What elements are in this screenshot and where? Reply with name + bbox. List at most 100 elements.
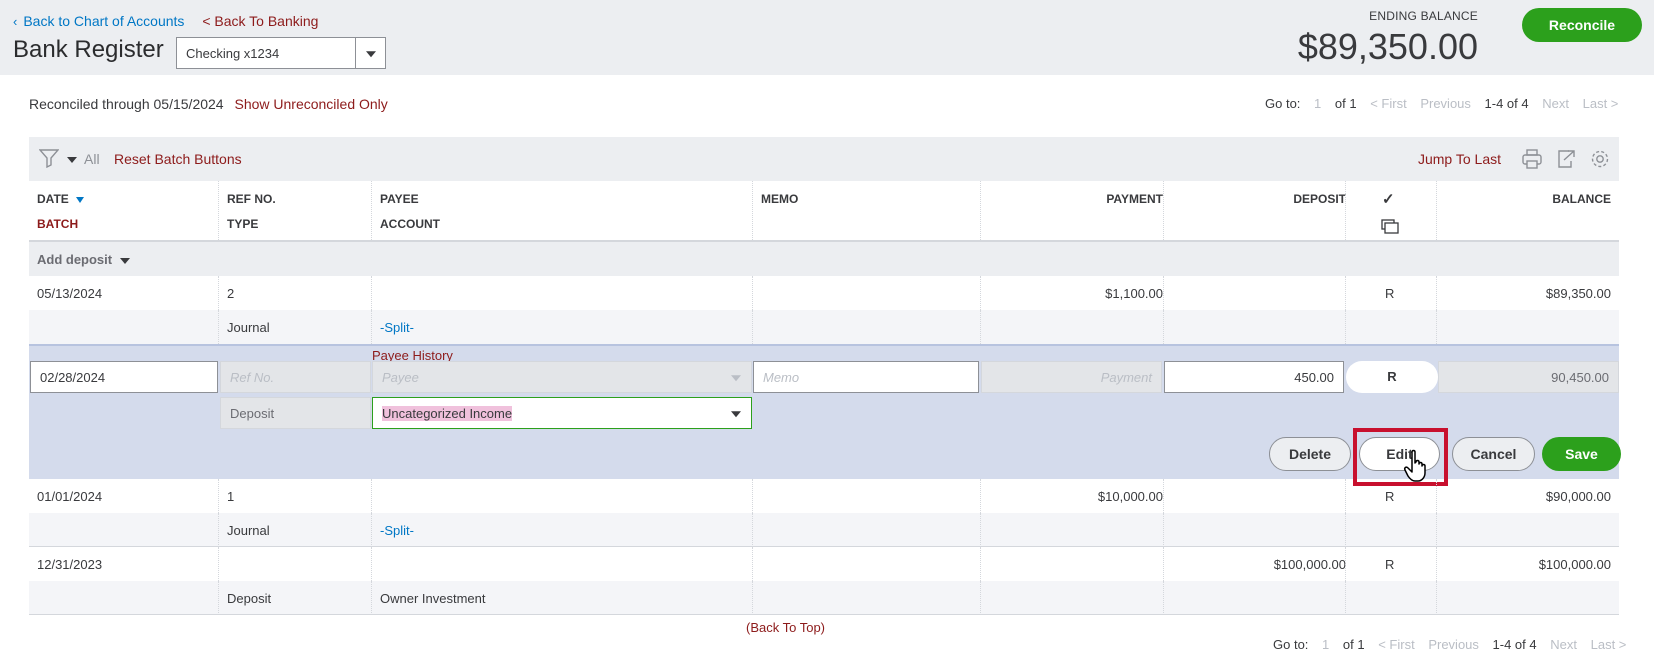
register-table: DATE BATCH REF NO. TYPE PAYEE ACCOUNT ME… (29, 181, 1621, 615)
type-field-value: Deposit (230, 406, 275, 421)
col-date-header[interactable]: DATE (37, 192, 85, 206)
chevron-down-icon[interactable] (721, 398, 751, 428)
payee-input: Payee (372, 361, 752, 393)
row-date: 01/01/2024 (37, 489, 103, 504)
pager-last[interactable]: Last > (1583, 96, 1619, 111)
pager-first[interactable]: < First (1370, 96, 1406, 111)
export-icon[interactable] (1555, 148, 1577, 170)
col-batch-header[interactable]: BATCH (37, 217, 78, 231)
sort-desc-icon (76, 196, 85, 203)
pager-next[interactable]: Next (1550, 637, 1577, 652)
payment-input: Payment (981, 361, 1162, 393)
table-row[interactable]: 05/13/2024 2 $1,100.00 R $89,350.00 (29, 276, 1619, 310)
row-balance: $100,000.00 (1538, 557, 1611, 572)
pager-goto-label: Go to: (1273, 637, 1309, 652)
chevron-down-icon (120, 258, 130, 264)
save-button[interactable]: Save (1542, 437, 1621, 471)
balance-field: 90,450.00 (1438, 361, 1619, 393)
hand-pointer-icon (1404, 449, 1426, 482)
col-refno-header[interactable]: REF NO. (227, 192, 276, 206)
row-payment: $1,100.00 (1105, 286, 1163, 301)
page-title: Bank Register (13, 36, 164, 63)
col-payment-header[interactable]: PAYMENT (1106, 192, 1163, 206)
reset-batch-buttons-link[interactable]: Reset Batch Buttons (114, 151, 242, 167)
row-status[interactable]: R (1385, 286, 1394, 301)
chevron-left-icon: ‹ (13, 14, 18, 29)
pager-last[interactable]: Last > (1591, 637, 1627, 652)
reconciled-through: Reconciled through 05/15/2024 (29, 96, 224, 112)
row-balance: $89,350.00 (1545, 286, 1611, 301)
row-type: Journal (227, 320, 270, 335)
table-row[interactable]: 01/01/2024 1 $10,000.00 R $90,000.00 (29, 479, 1619, 513)
col-account-header[interactable]: ACCOUNT (380, 217, 440, 231)
ending-balance-amount: $89,350.00 (1297, 26, 1478, 67)
account-select-input[interactable]: Uncategorized Income (372, 397, 752, 429)
filter-icon[interactable] (39, 148, 59, 168)
col-deposit-header[interactable]: DEPOSIT (1293, 192, 1346, 206)
row-type: Journal (227, 523, 270, 538)
table-row[interactable]: 12/31/2023 $100,000.00 R $100,000.00 (29, 547, 1619, 581)
date-input[interactable]: 02/28/2024 (30, 361, 218, 393)
delete-button[interactable]: Delete (1269, 437, 1351, 471)
gear-icon[interactable] (1589, 148, 1611, 170)
back-to-chart-link[interactable]: ‹ Back to Chart of Accounts (13, 13, 184, 29)
row-status[interactable]: R (1385, 557, 1394, 572)
print-icon[interactable] (1521, 148, 1543, 170)
col-balance-header[interactable]: BALANCE (1552, 192, 1611, 206)
table-row-sub[interactable]: Journal -Split- (29, 310, 1619, 344)
jump-to-last-link[interactable]: Jump To Last (1418, 151, 1501, 167)
show-unreconciled-link[interactable]: Show Unreconciled Only (234, 96, 387, 112)
edit-transaction-row: Payee History 02/28/2024 Ref No. Payee M… (29, 344, 1621, 486)
memo-placeholder: Memo (763, 370, 800, 385)
deposit-input[interactable]: 450.00 (1164, 361, 1344, 393)
pager-goto-label: Go to: (1265, 96, 1301, 111)
row-account: Owner Investment (380, 591, 486, 606)
back-links: ‹ Back to Chart of Accounts < Back To Ban… (13, 13, 318, 29)
row-payment: $10,000.00 (1097, 489, 1163, 504)
pager-page-input[interactable]: 1 (1322, 637, 1329, 652)
payment-placeholder: Payment (1100, 370, 1152, 385)
pager-range: 1-4 of 4 (1484, 96, 1529, 111)
reconciled-status: Reconciled through 05/15/2024 Show Unrec… (29, 96, 388, 112)
back-to-top-link[interactable]: (Back To Top) (746, 620, 825, 635)
pager-first[interactable]: < First (1378, 637, 1414, 652)
chevron-down-icon (721, 362, 751, 392)
col-type-header[interactable]: TYPE (227, 217, 258, 231)
col-payee-header[interactable]: PAYEE (380, 192, 419, 206)
memo-input[interactable]: Memo (753, 361, 979, 393)
add-deposit-label: Add deposit (37, 252, 113, 267)
row-account-link[interactable]: -Split- (380, 320, 414, 335)
reconcile-button[interactable]: Reconcile (1522, 8, 1642, 42)
cancel-button[interactable]: Cancel (1452, 437, 1535, 471)
reconcile-status-toggle[interactable]: R (1346, 361, 1438, 393)
back-to-banking-link[interactable]: < Back To Banking (202, 13, 318, 29)
chevron-down-icon[interactable] (355, 38, 385, 68)
copy-icon[interactable] (1381, 219, 1399, 235)
ref-no-placeholder: Ref No. (230, 370, 275, 385)
col-memo-header[interactable]: MEMO (761, 192, 798, 206)
row-date: 12/31/2023 (37, 557, 103, 572)
pager-previous[interactable]: Previous (1420, 96, 1471, 111)
date-input-value: 02/28/2024 (40, 370, 106, 385)
col-date-label: DATE (37, 192, 69, 206)
pager-top: Go to: 1 of 1 < First Previous 1-4 of 4 … (1265, 96, 1618, 111)
pager-page-input[interactable]: 1 (1314, 96, 1321, 111)
row-account-link[interactable]: -Split- (380, 523, 414, 538)
type-field: Deposit (220, 397, 371, 429)
row-date: 05/13/2024 (37, 286, 103, 301)
account-select-value: Uncategorized Income (382, 406, 513, 421)
pager-of: of 1 (1342, 637, 1365, 652)
table-row-sub[interactable]: Deposit Owner Investment (29, 581, 1619, 615)
filter-dropdown-icon[interactable] (67, 157, 77, 163)
table-row-sub[interactable]: Journal -Split- (29, 513, 1619, 547)
row-status[interactable]: R (1385, 489, 1394, 504)
row-deposit: $100,000.00 (1273, 557, 1346, 572)
account-select[interactable]: Checking x1234 (176, 37, 386, 69)
add-deposit-dropdown[interactable]: Add deposit (29, 242, 1619, 276)
col-reconciled-header[interactable]: ✓ (1382, 190, 1395, 208)
pager-next[interactable]: Next (1542, 96, 1569, 111)
register-toolbar: All Reset Batch Buttons Jump To Last (29, 137, 1619, 181)
pager-previous[interactable]: Previous (1428, 637, 1479, 652)
page-header: ‹ Back to Chart of Accounts < Back To Ban… (0, 0, 1654, 75)
row-ref: 2 (227, 286, 235, 301)
